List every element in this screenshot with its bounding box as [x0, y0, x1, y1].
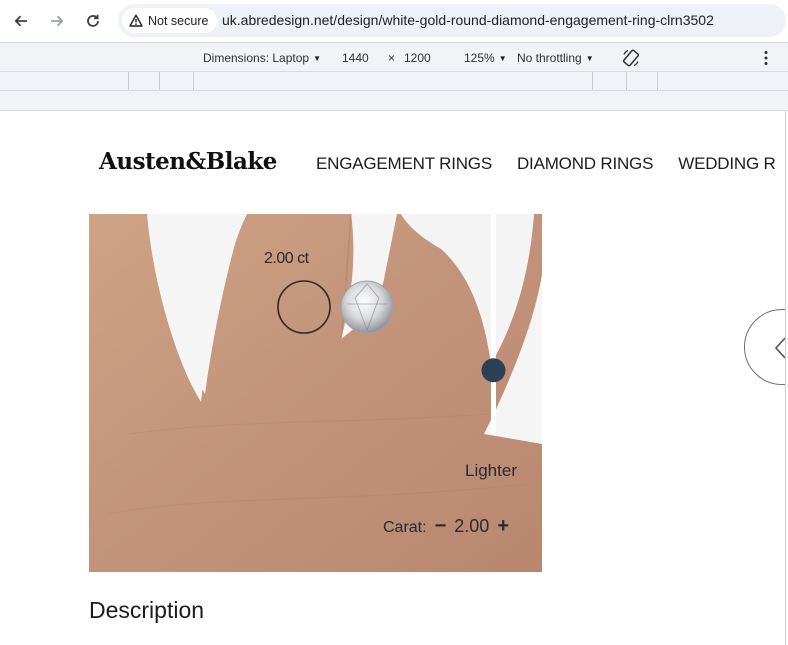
- carat-marker-label: 2.00 ct: [264, 250, 309, 267]
- zoom-label: 125%: [464, 51, 495, 65]
- device-toolbar: Dimensions: Laptop ▼ 1440 × 1200 125% ▼ …: [0, 42, 788, 72]
- carat-increase-button[interactable]: +: [497, 515, 509, 538]
- nav-wedding-rings[interactable]: WEDDING R: [678, 154, 776, 174]
- back-button[interactable]: [9, 9, 33, 33]
- ring-size-visualizer: 2.00 ct Lighter Carat: − 2.00 +: [89, 214, 542, 572]
- back-arrow-icon: [14, 15, 27, 27]
- times-symbol: ×: [388, 51, 396, 65]
- height-input[interactable]: 1200: [404, 51, 431, 65]
- forward-button[interactable]: [45, 9, 69, 33]
- description-heading: Description: [89, 597, 205, 623]
- forward-arrow-icon: [51, 15, 64, 27]
- rotate-icon: [622, 49, 640, 67]
- security-chip[interactable]: Not secure: [122, 8, 218, 33]
- carat-decrease-button[interactable]: −: [435, 515, 447, 538]
- reload-icon: [87, 14, 99, 27]
- more-vert-icon: [764, 51, 768, 65]
- warning-triangle-icon: [129, 14, 143, 27]
- gallery-prev-button[interactable]: [744, 309, 785, 385]
- page-viewport: Austen&Blake ENGAGEMENT RINGS DIAMOND RI…: [0, 111, 786, 645]
- ruler-divider: [193, 72, 194, 90]
- more-options-button[interactable]: [759, 49, 773, 70]
- carat-stepper: Carat: − 2.00 +: [383, 515, 509, 538]
- throttling-dropdown[interactable]: No throttling ▼: [517, 51, 594, 65]
- reload-button[interactable]: [81, 9, 105, 33]
- diamond-image: [340, 280, 394, 334]
- dropdown-caret-icon: ▼: [313, 53, 321, 63]
- dimensions-dropdown[interactable]: Dimensions: Laptop ▼: [203, 51, 321, 65]
- media-query-ruler[interactable]: [0, 72, 788, 91]
- dimensions-label: Dimensions: Laptop: [203, 51, 310, 65]
- chevron-left-icon: [774, 337, 785, 359]
- ruler-divider: [626, 72, 627, 90]
- carat-label: Carat:: [383, 519, 427, 536]
- main-nav: ENGAGEMENT RINGS DIAMOND RINGS WEDDING R: [316, 154, 776, 174]
- nav-diamond-rings[interactable]: DIAMOND RINGS: [517, 154, 653, 174]
- carat-slider-track[interactable]: [491, 214, 496, 433]
- device-ruler: [0, 91, 788, 111]
- browser-address-bar: Not secure uk.abredesign.net/design/whit…: [0, 0, 788, 42]
- omnibox[interactable]: Not secure uk.abredesign.net/design/whit…: [118, 4, 786, 37]
- slider-label: Lighter: [465, 461, 517, 480]
- url-text[interactable]: uk.abredesign.net/design/white-gold-roun…: [222, 12, 714, 28]
- site-logo[interactable]: Austen&Blake: [99, 148, 277, 175]
- ruler-divider: [159, 72, 160, 90]
- rotate-button[interactable]: [621, 48, 641, 71]
- ruler-divider: [128, 72, 129, 90]
- ruler-divider: [657, 72, 658, 90]
- ruler-divider: [592, 72, 593, 90]
- width-input[interactable]: 1440: [342, 51, 369, 65]
- dropdown-caret-icon: ▼: [585, 53, 594, 63]
- throttling-label: No throttling: [517, 51, 582, 65]
- security-label: Not secure: [148, 13, 209, 28]
- carat-value: 2.00: [454, 516, 490, 536]
- nav-engagement-rings[interactable]: ENGAGEMENT RINGS: [316, 154, 492, 174]
- zoom-dropdown[interactable]: 125% ▼: [464, 51, 507, 65]
- carat-slider-thumb[interactable]: [481, 358, 506, 383]
- dropdown-caret-icon: ▼: [498, 53, 507, 63]
